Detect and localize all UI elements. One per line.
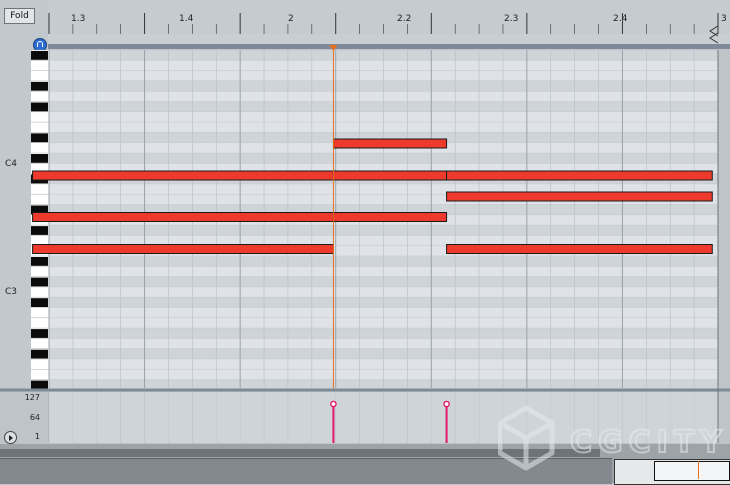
piano-black-key[interactable] (31, 102, 48, 112)
piano-black-key[interactable] (31, 257, 48, 266)
velocity-label-max: 127 (24, 393, 40, 402)
midi-note[interactable] (32, 244, 334, 254)
piano-black-key[interactable] (31, 298, 48, 307)
piano-black-key[interactable] (31, 226, 48, 235)
ruler-ticks (48, 13, 719, 44)
midi-note[interactable] (332, 170, 448, 181)
midi-note[interactable] (332, 138, 448, 149)
midi-note[interactable] (32, 170, 334, 181)
midi-note[interactable] (446, 170, 713, 181)
piano-black-key[interactable] (31, 277, 48, 287)
velocity-handle[interactable] (443, 400, 450, 408)
piano-black-key[interactable] (31, 81, 48, 91)
midi-note[interactable] (32, 212, 334, 222)
watermark-text: CGCITY (570, 425, 728, 460)
midi-note[interactable] (332, 212, 448, 222)
piano-black-key[interactable] (31, 380, 48, 390)
midi-note[interactable] (446, 191, 713, 202)
midi-note[interactable] (446, 244, 713, 254)
velocity-expand-icon[interactable] (4, 431, 17, 444)
watermark-logo: CGCITY (498, 405, 728, 471)
piano-black-key[interactable] (31, 51, 48, 60)
velocity-label-mid: 64 (29, 413, 40, 422)
piano-black-key[interactable] (31, 154, 48, 163)
piano-black-key[interactable] (31, 329, 48, 338)
piano-black-key[interactable] (31, 349, 48, 359)
velocity-handle[interactable] (330, 400, 337, 408)
piano-black-key[interactable] (31, 133, 48, 143)
